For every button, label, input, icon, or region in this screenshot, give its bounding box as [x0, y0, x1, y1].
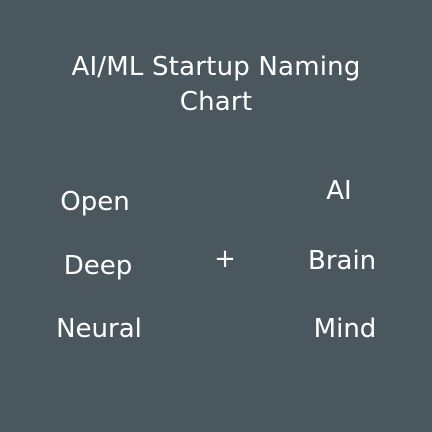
- chart-title-line-1: AI/ML Startup Naming: [71, 52, 361, 82]
- chart-title-line-2: Chart: [179, 87, 253, 117]
- suffix-brain: Brain: [308, 246, 377, 276]
- prefix-neural: Neural: [56, 314, 142, 344]
- prefix-deep: Deep: [63, 251, 133, 281]
- prefix-open: Open: [60, 187, 130, 217]
- plus-sign: +: [214, 244, 236, 274]
- suffix-mind: Mind: [313, 314, 377, 344]
- naming-chart-canvas: AI/ML Startup Naming Chart Open Deep Neu…: [0, 0, 432, 432]
- suffix-ai: AI: [326, 176, 352, 206]
